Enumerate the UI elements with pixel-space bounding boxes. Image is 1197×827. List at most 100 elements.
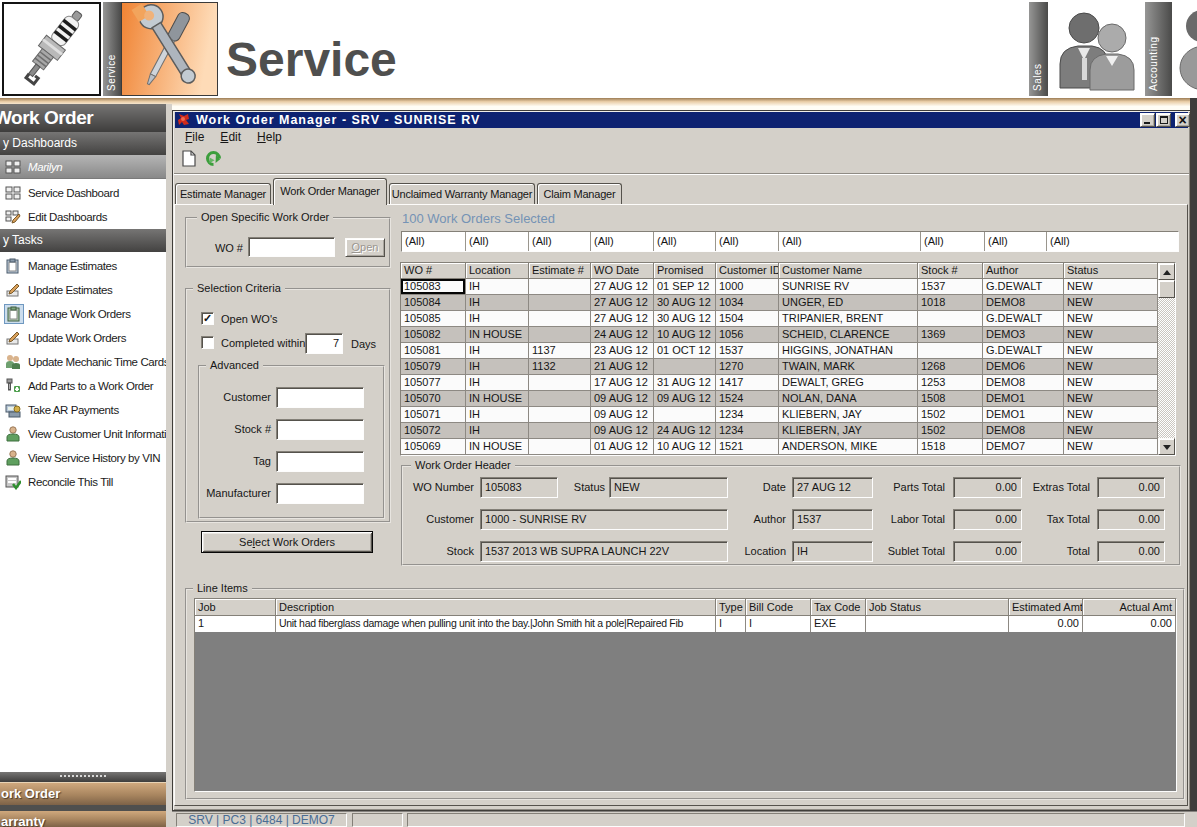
results-header-cell[interactable]: Location <box>466 263 529 279</box>
menu-file[interactable]: File <box>177 128 212 146</box>
line-items-cell[interactable]: I <box>746 616 811 632</box>
sidebar-section-header[interactable]: y Tasks <box>0 229 166 252</box>
results-cell[interactable]: 105070 <box>401 391 466 407</box>
advanced-input-stock-[interactable] <box>276 419 364 440</box>
results-cell[interactable]: 1056 <box>716 327 779 343</box>
filter-cell[interactable]: (All) <box>529 232 591 251</box>
sidebar-item-update-mechanic-time-cards[interactable]: Update Mechanic Time Cards <box>0 351 166 373</box>
results-cell[interactable]: NEW <box>1064 375 1158 391</box>
results-header-cell[interactable]: WO Date <box>591 263 654 279</box>
results-cell[interactable]: 09 AUG 12 <box>591 407 654 423</box>
sidebar-item-update-estimates[interactable]: Update Estimates <box>0 279 166 301</box>
results-cell[interactable]: 27 AUG 12 <box>591 295 654 311</box>
advanced-input-customer[interactable] <box>276 387 364 408</box>
results-cell[interactable]: G.DEWALT <box>983 279 1064 295</box>
results-cell[interactable]: 10 AUG 12 <box>654 327 716 343</box>
line-items-header-cell[interactable]: Tax Code <box>811 599 866 616</box>
results-cell[interactable]: 27 AUG 12 <box>591 311 654 327</box>
results-cell[interactable]: IN HOUSE <box>466 327 529 343</box>
line-items-cell[interactable]: EXE <box>811 616 866 632</box>
open-wos-checkbox[interactable]: ✓ <box>201 312 214 325</box>
results-cell[interactable]: DEMO1 <box>983 407 1064 423</box>
results-cell[interactable]: IN HOUSE <box>466 391 529 407</box>
results-cell[interactable]: DEMO8 <box>983 295 1064 311</box>
results-cell[interactable]: DEMO7 <box>983 439 1064 455</box>
results-cell[interactable] <box>529 423 591 439</box>
sidebar-item-reconcile-this-till[interactable]: Reconcile This Till <box>0 471 166 493</box>
results-cell[interactable] <box>529 375 591 391</box>
accounting-vertical-tab[interactable]: Accounting <box>1145 2 1172 96</box>
results-cell[interactable]: IH <box>466 407 529 423</box>
line-items-header-cell[interactable]: Job <box>195 599 276 616</box>
results-cell[interactable]: 1537 <box>716 343 779 359</box>
results-cell[interactable]: DEMO1 <box>983 391 1064 407</box>
results-cell[interactable]: NEW <box>1064 407 1158 423</box>
results-row[interactable]: 105070IN HOUSE09 AUG 1209 AUG 121524NOLA… <box>401 391 1175 407</box>
results-cell[interactable]: 23 AUG 12 <box>591 343 654 359</box>
results-row[interactable]: 105079IH113221 AUG 121270TWAIN, MARK1268… <box>401 359 1175 375</box>
menu-edit[interactable]: Edit <box>212 128 249 146</box>
results-cell[interactable]: 105079 <box>401 359 466 375</box>
line-items-header-cell[interactable]: Type <box>716 599 746 616</box>
results-cell[interactable]: 1537 <box>918 279 983 295</box>
results-header-cell[interactable]: Customer Name <box>779 263 918 279</box>
results-cell[interactable]: DEMO3 <box>983 327 1064 343</box>
results-cell[interactable]: 24 AUG 12 <box>591 327 654 343</box>
sidebar-item-update-work-orders[interactable]: Update Work Orders <box>0 327 166 349</box>
results-header-cell[interactable]: Stock # <box>918 263 983 279</box>
line-items-header-cell[interactable]: Job Status <box>866 599 1009 616</box>
sales-vertical-tab[interactable]: Sales <box>1029 2 1048 96</box>
results-cell[interactable] <box>529 439 591 455</box>
results-cell[interactable]: 105082 <box>401 327 466 343</box>
sidebar-item-marilyn[interactable]: Marilyn <box>0 155 166 179</box>
sidebar-item-add-parts-to-a-work-order[interactable]: Add Parts to a Work Order <box>0 375 166 397</box>
results-cell[interactable]: 1034 <box>716 295 779 311</box>
results-cell[interactable]: KLIEBERN, JAY <box>779 423 918 439</box>
select-work-orders-button[interactable]: Select Work Orders <box>201 531 373 553</box>
results-cell[interactable]: NEW <box>1064 391 1158 407</box>
filter-cell[interactable]: (All) <box>779 232 921 251</box>
results-cell[interactable]: KLIEBERN, JAY <box>779 407 918 423</box>
filter-cell[interactable]: (All) <box>716 232 779 251</box>
results-cell[interactable]: 09 AUG 12 <box>654 391 716 407</box>
tab-unclaimed-warranty-manager[interactable]: Unclaimed Warranty Manager <box>389 183 535 204</box>
results-cell[interactable]: TWAIN, MARK <box>779 359 918 375</box>
results-cell[interactable] <box>529 279 591 295</box>
sidebar-grip[interactable] <box>0 772 166 782</box>
results-cell[interactable]: 105084 <box>401 295 466 311</box>
line-items-cell[interactable]: 0.00 <box>1083 616 1176 632</box>
results-cell[interactable]: 1253 <box>918 375 983 391</box>
results-cell[interactable]: 1518 <box>918 439 983 455</box>
results-scrollbar[interactable] <box>1158 263 1175 455</box>
results-row[interactable]: 105069IN HOUSE01 AUG 1210 AUG 121521ANDE… <box>401 439 1175 455</box>
wo-number-input[interactable] <box>248 237 335 257</box>
service-tools-box[interactable] <box>121 2 218 96</box>
results-cell[interactable]: G.DEWALT <box>983 343 1064 359</box>
results-row[interactable]: 105083IH27 AUG 1201 SEP 121000SUNRISE RV… <box>401 279 1175 295</box>
line-items-cell[interactable]: I <box>716 616 746 632</box>
results-row[interactable]: 105084IH27 AUG 1230 AUG 121034UNGER, ED1… <box>401 295 1175 311</box>
sidebar-band-work-order[interactable]: ork Order <box>0 782 166 805</box>
results-cell[interactable]: IH <box>466 375 529 391</box>
completed-within-checkbox[interactable] <box>201 336 214 349</box>
line-items-header-cell[interactable]: Bill Code <box>746 599 811 616</box>
sales-people-box[interactable] <box>1048 2 1145 96</box>
sidebar-item-manage-work-orders[interactable]: Manage Work Orders <box>0 303 166 325</box>
results-row[interactable]: 105071IH09 AUG 121234KLIEBERN, JAY1502DE… <box>401 407 1175 423</box>
results-cell[interactable]: 27 AUG 12 <box>591 279 654 295</box>
filter-cell[interactable]: (All) <box>654 232 716 251</box>
results-cell[interactable]: 1018 <box>918 295 983 311</box>
results-cell[interactable]: NEW <box>1064 359 1158 375</box>
maximize-button[interactable] <box>1156 113 1171 127</box>
tab-claim-manager[interactable]: Claim Manager <box>537 183 622 204</box>
results-cell[interactable]: 09 AUG 12 <box>591 391 654 407</box>
line-items-header-cell[interactable]: Estimated Amt <box>1009 599 1083 616</box>
results-cell[interactable]: 1508 <box>918 391 983 407</box>
results-cell[interactable]: DEMO6 <box>983 359 1064 375</box>
results-cell[interactable]: 17 AUG 12 <box>591 375 654 391</box>
new-document-icon[interactable] <box>182 150 197 167</box>
line-items-cell[interactable]: Unit had fiberglass damage when pulling … <box>276 616 716 632</box>
results-cell[interactable]: IH <box>466 311 529 327</box>
results-cell[interactable]: NEW <box>1064 295 1158 311</box>
line-items-cell[interactable] <box>866 616 1009 632</box>
